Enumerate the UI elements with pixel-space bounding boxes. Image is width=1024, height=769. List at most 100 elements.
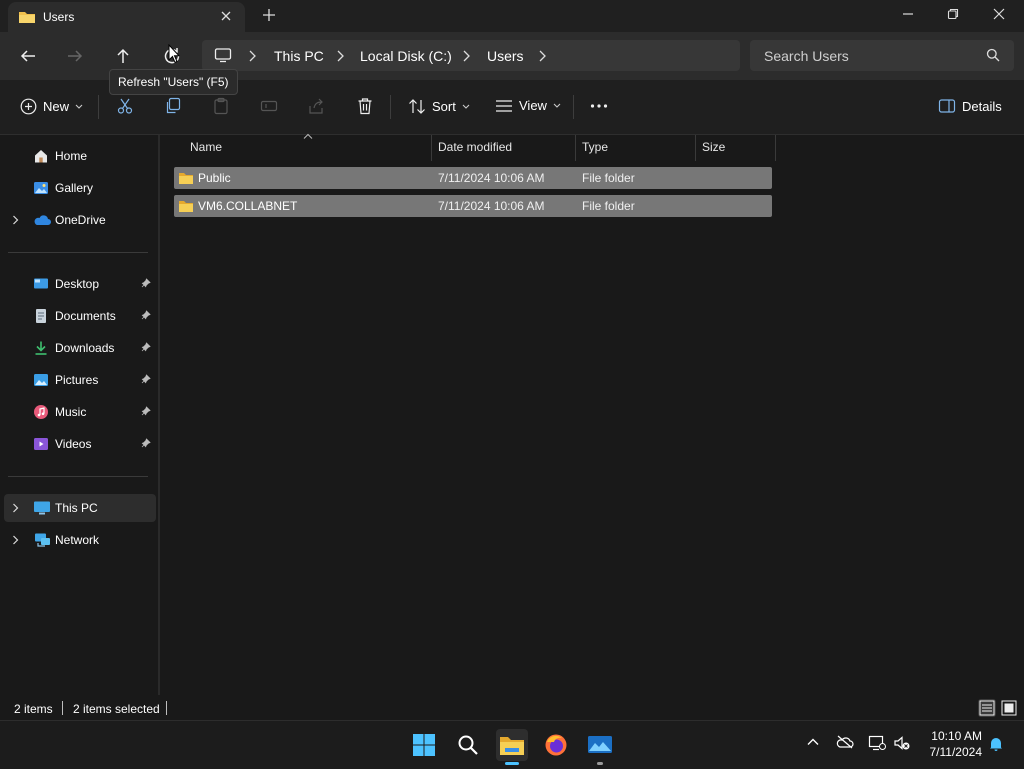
taskbar-search-button[interactable] [452,729,484,761]
forward-arrow-icon[interactable] [63,44,87,68]
column-header-name[interactable]: Name [190,140,222,154]
sidebar-item-this-pc[interactable]: This PC [4,494,156,522]
tiles-view-icon[interactable] [1000,699,1018,717]
taskbar-firefox[interactable] [540,729,572,761]
remote-desktop-icon [587,734,613,756]
address-bar[interactable]: This PC Local Disk (C:) Users [202,40,740,71]
paste-icon[interactable] [212,97,230,115]
chevron-right-icon[interactable] [538,50,546,62]
start-button[interactable] [408,729,440,761]
status-separator [166,701,167,715]
view-lines-icon [495,99,513,113]
breadcrumb-local-disk[interactable]: Local Disk (C:) [360,48,452,64]
window-tab[interactable]: Users [8,2,245,32]
search-input[interactable]: Search Users [764,48,849,64]
sidebar-item-onedrive[interactable]: OneDrive [4,206,156,234]
column-header-date-modified[interactable]: Date modified [438,140,512,154]
minimize-icon[interactable] [902,8,914,20]
sidebar-item-home[interactable]: Home [4,142,156,170]
home-icon [33,148,49,164]
pin-icon[interactable] [141,342,151,352]
sort-button[interactable]: Sort [408,98,470,115]
taskbar-file-explorer[interactable] [496,729,528,761]
cut-icon[interactable] [116,97,134,115]
sidebar-item-music[interactable]: Music [4,398,156,426]
sidebar-item-documents[interactable]: Documents [4,302,156,330]
column-header-type[interactable]: Type [582,140,608,154]
refresh-tooltip: Refresh "Users" (F5) [109,69,238,95]
chevron-down-icon [75,104,83,110]
details-button[interactable]: Details [938,98,1002,114]
chevron-up-icon[interactable] [806,735,820,749]
breadcrumb-users[interactable]: Users [487,48,524,64]
chevron-right-icon [336,50,344,62]
videos-icon [33,436,49,452]
file-type: File folder [582,199,635,213]
table-row[interactable]: Public 7/11/2024 10:06 AM File folder [174,167,772,189]
downloads-icon [33,340,49,356]
volume-muted-icon[interactable] [893,735,911,751]
more-options-icon[interactable] [590,103,608,109]
new-tab-icon[interactable] [262,8,276,22]
sort-icon [408,98,426,115]
column-divider[interactable] [575,135,576,161]
restore-icon[interactable] [947,8,959,20]
chevron-down-icon [553,103,561,109]
pin-icon[interactable] [141,310,151,320]
chevron-down-icon [462,104,470,110]
network-icon [33,532,51,548]
system-clock[interactable]: 10:10 AM 7/11/2024 [918,728,983,760]
sidebar-item-network[interactable]: Network [4,526,156,554]
table-row[interactable]: VM6.COLLABNET 7/11/2024 10:06 AM File fo… [174,195,772,217]
sidebar-item-videos[interactable]: Videos [4,430,156,458]
column-divider[interactable] [431,135,432,161]
selected-count: 2 items selected [73,702,160,716]
pin-icon[interactable] [141,374,151,384]
breadcrumb-this-pc[interactable]: This PC [274,48,324,64]
column-header-size[interactable]: Size [702,140,725,154]
copy-icon[interactable] [164,97,182,115]
rename-icon[interactable] [260,97,278,115]
sidebar-item-label: Gallery [55,181,94,195]
notification-bell-icon[interactable] [988,736,1004,752]
onedrive-offline-icon[interactable] [836,735,854,749]
sidebar-item-label: Videos [55,437,92,451]
sidebar-item-downloads[interactable]: Downloads [4,334,156,362]
pin-icon[interactable] [141,406,151,416]
chevron-right-icon[interactable] [12,215,19,225]
column-divider[interactable] [695,135,696,161]
details-view-icon[interactable] [978,699,996,717]
up-arrow-icon[interactable] [111,44,135,68]
sidebar-item-pictures[interactable]: Pictures [4,366,156,394]
search-box[interactable]: Search Users [750,40,1014,71]
title-bar: Users [0,0,1024,32]
sidebar-item-label: Documents [55,309,116,323]
new-button[interactable]: New [20,98,83,115]
network-status-icon[interactable] [868,735,886,751]
back-arrow-icon[interactable] [16,44,40,68]
chevron-right-icon[interactable] [12,535,19,545]
taskbar-remote-app[interactable] [584,729,616,761]
chevron-right-icon [248,50,256,62]
sidebar-item-desktop[interactable]: Desktop [4,270,156,298]
sidebar-item-gallery[interactable]: Gallery [4,174,156,202]
column-divider[interactable] [775,135,776,161]
chevron-right-icon[interactable] [12,503,19,513]
delete-icon[interactable] [356,97,374,115]
file-name[interactable]: Public [198,171,231,185]
share-icon[interactable] [308,97,326,115]
pin-icon[interactable] [141,278,151,288]
close-window-icon[interactable] [993,8,1005,20]
running-app-indicator [597,762,603,765]
search-icon[interactable] [986,48,1000,62]
pin-icon[interactable] [141,438,151,448]
view-button[interactable]: View [495,98,561,113]
chevron-right-icon [462,50,470,62]
taskbar: 10:10 AM 7/11/2024 [0,720,1024,769]
close-tab-icon[interactable] [220,10,232,22]
file-name[interactable]: VM6.COLLABNET [198,199,297,213]
details-pane-icon [938,98,956,114]
clock-date: 7/11/2024 [929,745,983,759]
clock-time: 10:10 AM [931,729,982,743]
separator [573,95,574,119]
